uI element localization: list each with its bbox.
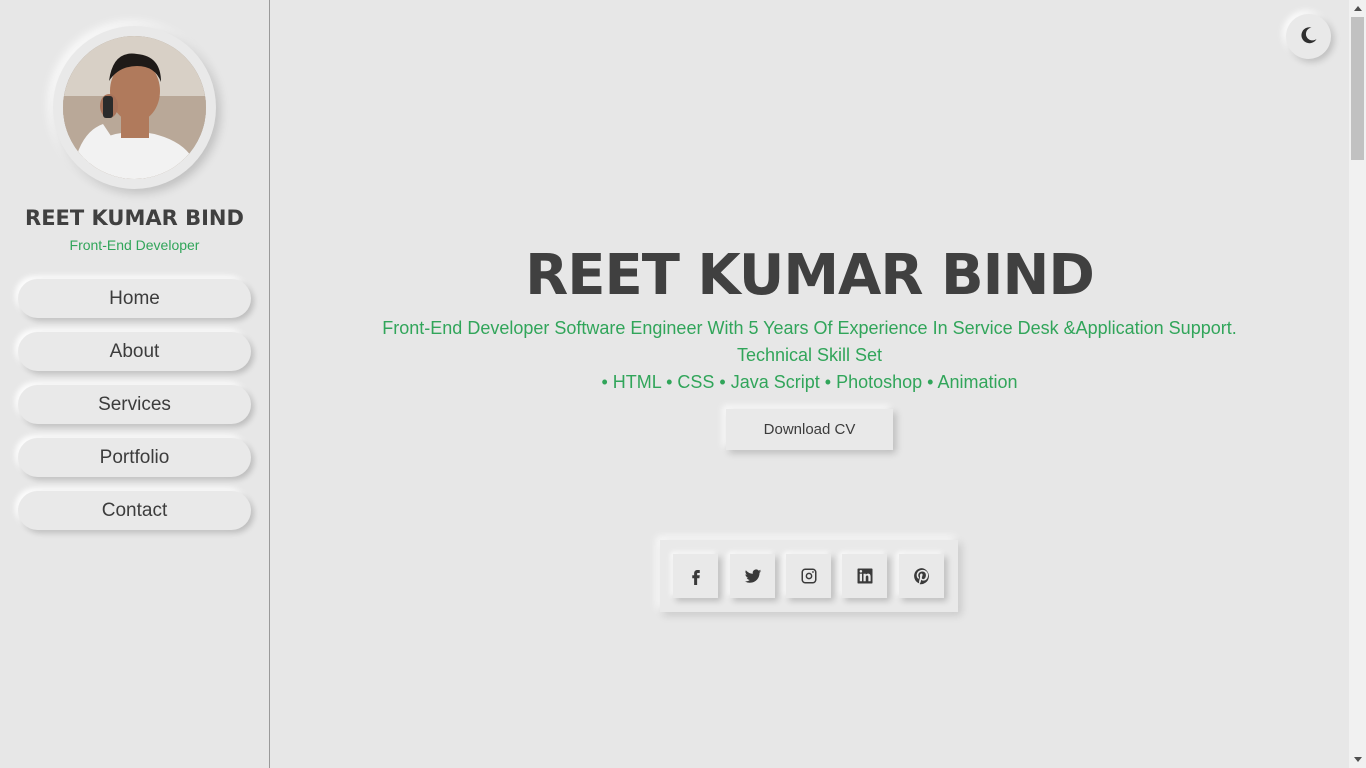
sidebar-role: Front-End Developer [69,237,200,253]
hero-description: Front-End Developer Software Engineer Wi… [382,318,1237,338]
sidebar: REET KUMAR BIND Front-End Developer Home… [0,0,270,768]
pinterest-icon [913,568,929,585]
nav-item-contact[interactable]: Contact [18,491,251,530]
instagram-link[interactable] [786,554,831,598]
nav-item-services[interactable]: Services [18,385,251,424]
hero-skills-heading: Technical Skill Set [736,345,883,365]
avatar [63,36,206,179]
nav-menu: Home About Services Portfolio Contact [18,279,251,544]
hero-skills-list: • HTML • CSS • Java Script • Photoshop •… [601,372,1018,392]
theme-toggle-button[interactable] [1286,14,1331,59]
main-content: REET KUMAR BIND Front-End Developer Soft… [270,0,1349,768]
instagram-icon [801,568,816,584]
sidebar-name: REET KUMAR BIND [25,206,244,230]
hero-title: REET KUMAR BIND [525,243,1095,308]
twitter-link[interactable] [730,554,775,598]
scrollbar-thumb[interactable] [1351,17,1364,160]
social-links [660,540,958,612]
twitter-icon [744,569,761,583]
nav-item-about[interactable]: About [18,332,251,371]
page-scrollbar[interactable] [1349,0,1366,768]
pinterest-link[interactable] [899,554,944,598]
linkedin-link[interactable] [842,554,887,598]
avatar-frame [53,26,216,189]
download-cv-button[interactable]: Download CV [726,409,893,450]
linkedin-icon [857,568,872,584]
nav-item-portfolio[interactable]: Portfolio [18,438,251,477]
facebook-icon [691,570,700,585]
nav-item-home[interactable]: Home [18,279,251,318]
facebook-link[interactable] [673,554,718,598]
moon-icon [1299,25,1319,49]
scroll-down-arrow-icon[interactable] [1349,751,1366,768]
scroll-up-arrow-icon[interactable] [1349,0,1366,17]
